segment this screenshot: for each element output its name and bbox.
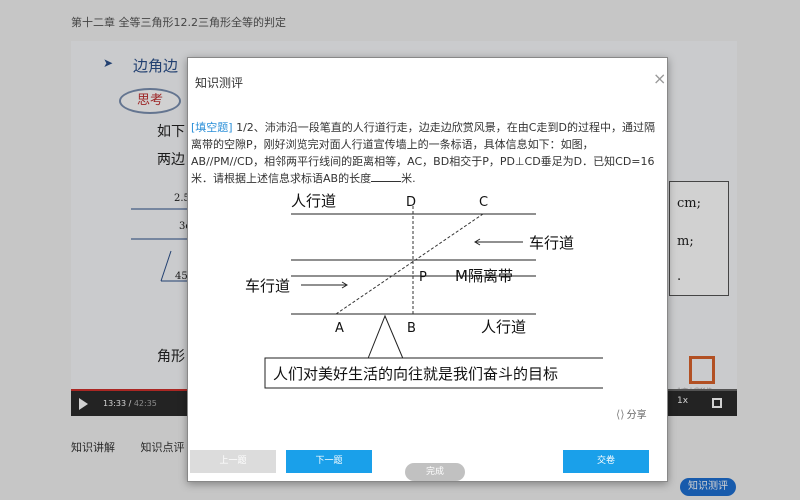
finish-button[interactable]: 完成 [405, 463, 465, 481]
next-question-button[interactable]: 下一题 [286, 450, 372, 473]
share-icon: ⟨⟩ [616, 408, 625, 421]
road-figure: 人行道 D C 车行道 P M隔离带 车行道 A B 人行道 人们对美好生活的向… [245, 192, 603, 389]
fig-label-top-road: 人行道 [291, 192, 336, 210]
question-end: 米. [401, 172, 416, 185]
quiz-modal: 知识测评 × [填空题] 1/2、沛沛沿一段笔直的人行道行走，边走边欣赏风景，在… [187, 57, 668, 482]
fig-point-a: A [335, 321, 344, 336]
prev-question-button[interactable]: 上一题 [190, 450, 276, 473]
answer-blank[interactable] [371, 171, 402, 182]
fig-slogan: 人们对美好生活的向往就是我们奋斗的目标 [273, 365, 558, 383]
fig-label-median: M隔离带 [455, 267, 513, 285]
fig-label-bottom-road: 人行道 [481, 318, 526, 336]
modal-header: 知识测评 × [188, 58, 667, 105]
fig-label-right-lane: 车行道 [529, 234, 574, 252]
question-text: [填空题] 1/2、沛沛沿一段笔直的人行道行走，边走边欣赏风景，在由C走到D的过… [191, 119, 659, 187]
fig-point-d: D [406, 195, 416, 210]
fig-point-c: C [479, 195, 488, 210]
close-icon[interactable]: × [653, 71, 666, 87]
submit-button[interactable]: 交卷 [563, 450, 649, 473]
question-type-label: [填空题] [191, 121, 233, 134]
fig-label-left-lane: 车行道 [245, 277, 290, 295]
question-body: 1/2、沛沛沿一段笔直的人行道行走，边走边欣赏风景，在由C走到D的过程中，通过隔… [191, 121, 655, 185]
fig-point-b: B [407, 321, 416, 336]
share-button[interactable]: ⟨⟩ 分享 [616, 406, 647, 421]
share-label: 分享 [626, 410, 647, 421]
modal-title: 知识测评 [195, 76, 244, 90]
fig-point-p: P [419, 270, 427, 285]
